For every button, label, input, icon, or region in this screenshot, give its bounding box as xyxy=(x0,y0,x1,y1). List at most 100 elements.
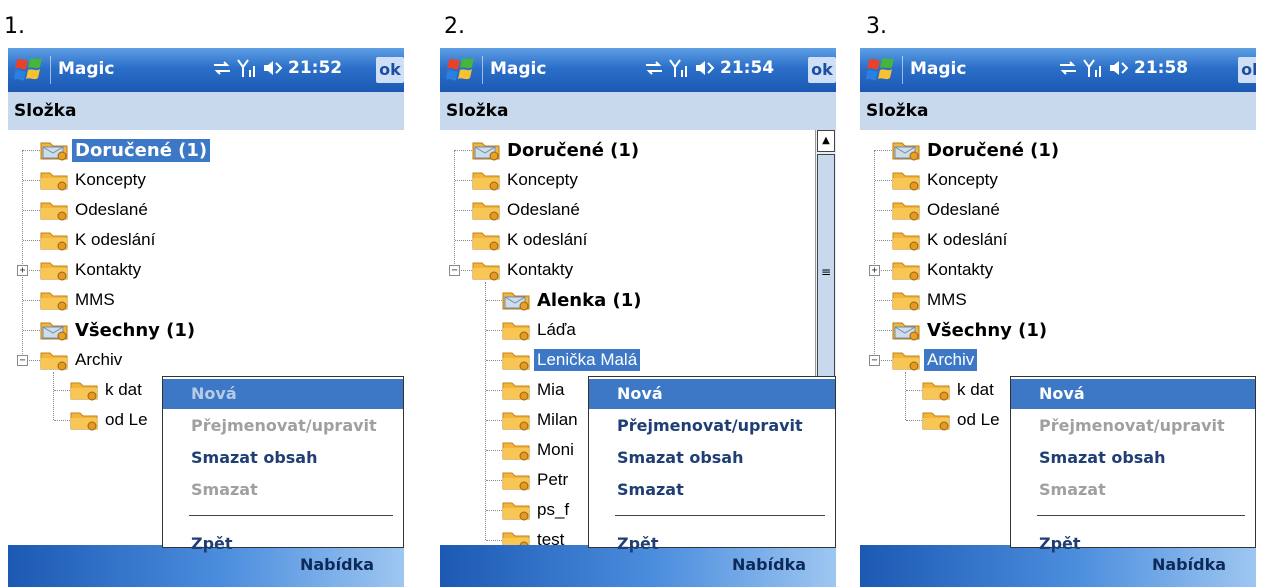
menu-item-zpět[interactable]: Zpět xyxy=(1011,529,1255,559)
scroll-thumb[interactable]: ≡ xyxy=(817,154,835,394)
clock[interactable]: 21:54 xyxy=(720,58,774,78)
tree-item[interactable]: od Le xyxy=(70,406,151,434)
tree-item-label: k dat xyxy=(105,380,142,399)
status-icons[interactable]: 21:52 xyxy=(212,58,342,78)
menu-item-smazat[interactable]: Smazat xyxy=(1011,475,1255,505)
tree-item[interactable]: Odeslané xyxy=(40,196,151,224)
tree-item[interactable]: Koncepty xyxy=(40,166,149,194)
tree-item-label: K odeslání xyxy=(75,230,156,249)
tree-line xyxy=(486,510,502,511)
tree-line xyxy=(23,300,40,301)
tree-item[interactable]: Moni xyxy=(502,436,577,464)
tree-item-label: ps_f xyxy=(537,500,570,519)
context-menu: Nová Přejmenovat/upravit Smazat obsah Smaza… xyxy=(588,376,836,553)
tree-line xyxy=(54,420,70,421)
tree-item[interactable]: Archiv xyxy=(892,346,978,374)
expand-icon[interactable]: + xyxy=(17,265,28,276)
sync-icon xyxy=(214,61,230,75)
menu-item-smazat-obsah[interactable]: Smazat obsah xyxy=(589,443,835,473)
tree-item-label: test xyxy=(537,530,565,545)
inbox-folder-icon xyxy=(502,289,530,311)
menu-item-zpět[interactable]: Zpět xyxy=(589,529,835,559)
ok-button[interactable]: ok xyxy=(376,57,404,83)
expand-icon[interactable]: + xyxy=(869,265,880,276)
menu-item-nová[interactable]: Nová xyxy=(163,379,403,409)
tree-item[interactable]: Všechny (1) xyxy=(40,316,198,344)
tree-item[interactable]: od Le xyxy=(922,406,1003,434)
folder-icon xyxy=(892,229,920,251)
collapse-icon[interactable]: − xyxy=(449,265,460,276)
tree-item[interactable]: Petr xyxy=(502,466,571,494)
tree-item-label: Koncepty xyxy=(927,170,998,189)
windows-start-icon[interactable] xyxy=(14,56,44,84)
menu-item-smazat-obsah[interactable]: Smazat obsah xyxy=(163,443,403,473)
windows-start-icon[interactable] xyxy=(446,56,476,84)
clock[interactable]: 21:58 xyxy=(1134,58,1188,78)
tree-item[interactable]: Doručené (1) xyxy=(892,136,1062,164)
clock[interactable]: 21:52 xyxy=(288,58,342,78)
ok-button[interactable]: ok xyxy=(808,57,836,83)
folder-icon xyxy=(502,409,530,431)
tree-item[interactable]: K odeslání xyxy=(40,226,158,254)
menu-item-nová[interactable]: Nová xyxy=(1011,379,1255,409)
menu-item-přejmenovat-upravit[interactable]: Přejmenovat/upravit xyxy=(163,411,403,441)
tree-item[interactable]: Archiv xyxy=(40,346,125,374)
tree-item[interactable]: ps_f xyxy=(502,496,572,524)
menu-item-smazat-obsah[interactable]: Smazat obsah xyxy=(1011,443,1255,473)
tree-item[interactable]: k dat xyxy=(922,376,997,404)
menu-item-přejmenovat-upravit[interactable]: Přejmenovat/upravit xyxy=(589,411,835,441)
tree-item[interactable]: Doručené (1) xyxy=(40,136,211,164)
scroll-up-icon[interactable]: ▲ xyxy=(817,130,835,152)
status-icons[interactable]: 21:54 xyxy=(644,58,774,78)
tree-line xyxy=(22,150,23,360)
tree-item-label: Doručené (1) xyxy=(72,138,211,162)
tree-line xyxy=(875,210,892,211)
tree-item[interactable]: MMS xyxy=(40,286,118,314)
tree-line xyxy=(455,180,472,181)
tree-item[interactable]: Koncepty xyxy=(472,166,581,194)
folder-icon xyxy=(502,379,530,401)
tree-item[interactable]: Mia xyxy=(502,376,567,404)
collapse-icon[interactable]: − xyxy=(869,355,880,366)
context-menu: Nová Přejmenovat/upravit Smazat obsah Smaza… xyxy=(1010,376,1256,553)
menu-item-zpět[interactable]: Zpět xyxy=(163,529,403,559)
tree-item[interactable]: Láďa xyxy=(502,316,579,344)
windows-start-icon[interactable] xyxy=(866,56,896,84)
tree-line xyxy=(875,150,892,151)
menu-item-smazat[interactable]: Smazat xyxy=(589,475,835,505)
phone-screen: Magic 21:54 ok Složka Doručené (1) Konce… xyxy=(440,48,836,587)
tree-item-label: K odeslání xyxy=(507,230,588,249)
tree-item[interactable]: Alenka (1) xyxy=(502,286,644,314)
tree-item[interactable]: k dat xyxy=(70,376,145,404)
tree-item[interactable]: Kontakty xyxy=(40,256,144,284)
status-icons[interactable]: 21:58 xyxy=(1058,58,1188,78)
tree-item[interactable]: Kontakty xyxy=(472,256,576,284)
tree-item[interactable]: Lenička Malá xyxy=(502,346,641,374)
menu-item-smazat[interactable]: Smazat xyxy=(163,475,403,505)
tree-item[interactable]: Doručené (1) xyxy=(472,136,642,164)
tree-line xyxy=(485,282,486,540)
menu-item-přejmenovat-upravit[interactable]: Přejmenovat/upravit xyxy=(1011,411,1255,441)
tree-item-label: Petr xyxy=(537,470,569,489)
collapse-icon[interactable]: − xyxy=(17,355,28,366)
tree-item[interactable]: Koncepty xyxy=(892,166,1001,194)
tree-line xyxy=(486,390,502,391)
tree-item[interactable]: Všechny (1) xyxy=(892,316,1050,344)
tree-line xyxy=(874,150,875,360)
phone-screen: Magic 21:58 ok Složka Doručené (1) Konce… xyxy=(860,48,1256,587)
tree-item[interactable]: Milan xyxy=(502,406,581,434)
tree-item[interactable]: MMS xyxy=(892,286,970,314)
tree-item[interactable]: test xyxy=(502,526,567,545)
tree-item[interactable]: K odeslání xyxy=(472,226,590,254)
folder-icon xyxy=(70,379,98,401)
tree-item[interactable]: Odeslané xyxy=(472,196,583,224)
menu-item-nová[interactable]: Nová xyxy=(589,379,835,409)
ok-button[interactable]: ok xyxy=(1238,57,1256,83)
tree-item[interactable]: Kontakty xyxy=(892,256,996,284)
tree-item[interactable]: K odeslání xyxy=(892,226,1010,254)
tree-item-label: od Le xyxy=(957,410,1000,429)
tree-line xyxy=(486,450,502,451)
tree-item[interactable]: Odeslané xyxy=(892,196,1003,224)
inbox-folder-icon xyxy=(892,319,920,341)
tree-line xyxy=(486,480,502,481)
